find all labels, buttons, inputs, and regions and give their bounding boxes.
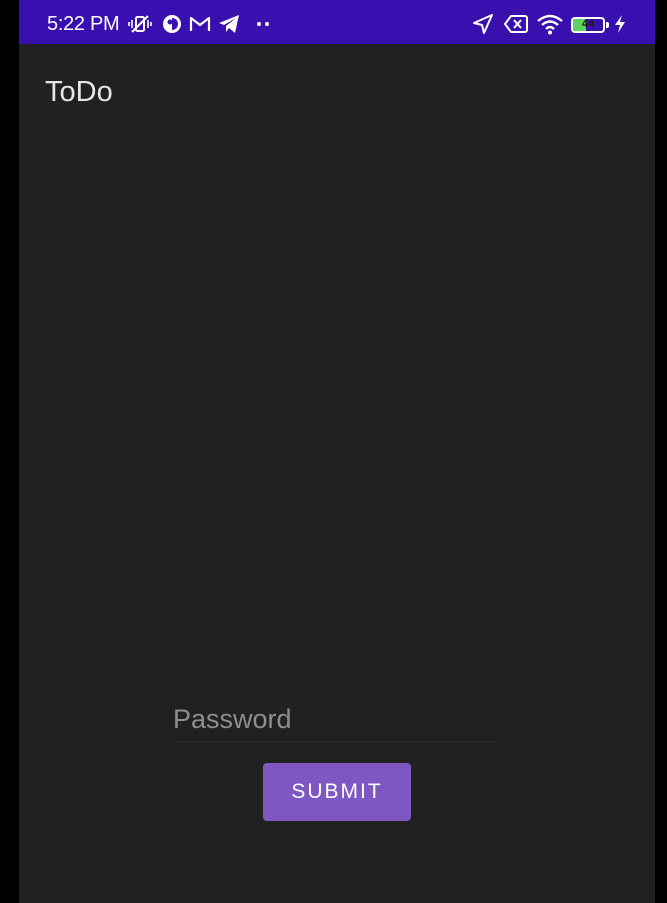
battery-level-text: 44 xyxy=(581,18,595,30)
submit-button[interactable]: SUBMIT xyxy=(263,763,411,821)
wifi-icon xyxy=(535,14,565,35)
status-time: 5:22 PM xyxy=(47,13,120,35)
no-sim-icon xyxy=(503,14,529,34)
gmail-icon xyxy=(189,14,211,34)
app-notification-icon xyxy=(161,14,183,34)
more-notifications-icon xyxy=(253,14,273,34)
location-icon xyxy=(471,14,495,34)
app-bar-title: ToDo xyxy=(45,76,113,108)
battery-icon: 44 xyxy=(571,17,605,33)
app-screen: 5:22 PM 44 ToDo SUBMIT xyxy=(19,0,655,903)
status-bar: 5:22 PM 44 xyxy=(19,0,655,44)
battery-terminal xyxy=(606,22,609,28)
password-input[interactable] xyxy=(173,698,499,742)
charging-icon xyxy=(613,14,627,34)
telegram-icon xyxy=(217,14,241,34)
vibrate-off-icon xyxy=(127,14,153,34)
